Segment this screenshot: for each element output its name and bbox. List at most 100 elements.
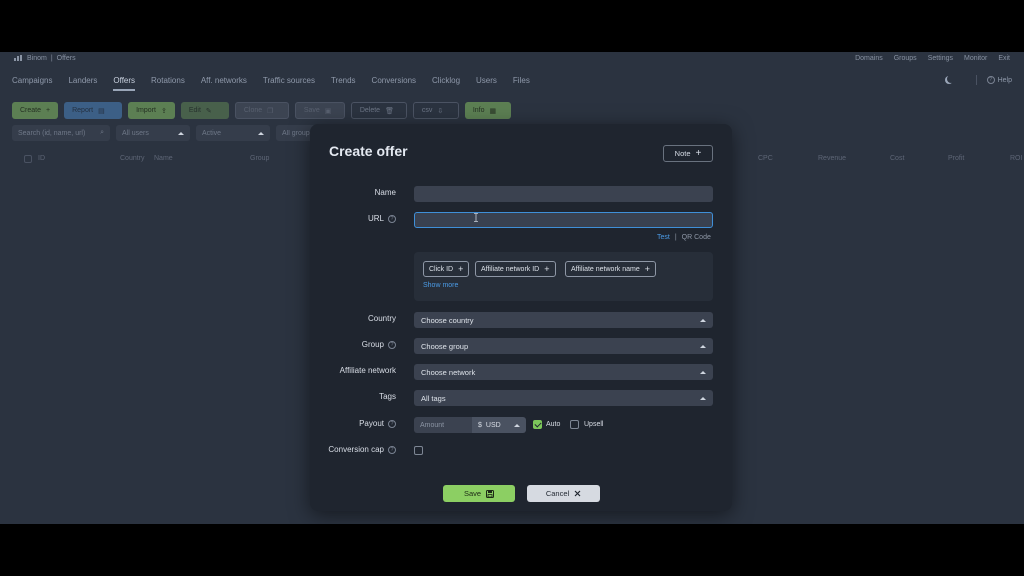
url-label: URL? xyxy=(368,214,396,223)
country-select[interactable]: Choose country xyxy=(414,312,713,328)
info-button[interactable]: Info ▦ xyxy=(464,102,511,119)
tab-campaigns[interactable]: Campaigns xyxy=(12,69,52,91)
chevron-up-icon xyxy=(258,131,264,135)
col-id[interactable]: ID xyxy=(38,155,45,162)
tab-conversions[interactable]: Conversions xyxy=(372,69,416,91)
payout-label: Payout? xyxy=(359,419,396,428)
help-circle-icon[interactable]: ? xyxy=(388,214,396,223)
help-circle-icon: ? xyxy=(986,76,995,84)
delete-button[interactable]: Delete 🗑 xyxy=(350,102,407,119)
qr-code-link[interactable]: QR Code xyxy=(682,234,711,241)
url-input[interactable] xyxy=(414,212,713,228)
main-nav: Campaigns Landers Offers Rotations Aff. … xyxy=(0,69,1024,91)
dark-mode-moon-icon[interactable] xyxy=(947,75,955,83)
tab-clicklog[interactable]: Clicklog xyxy=(432,69,460,91)
currency-select[interactable]: $ USD xyxy=(472,417,526,433)
help-link[interactable]: ? Help xyxy=(986,76,1012,84)
status-filter[interactable]: Active xyxy=(196,125,270,141)
auto-label: Auto xyxy=(546,421,561,428)
chevron-up-icon xyxy=(514,423,520,427)
conversion-cap-label: Conversion cap? xyxy=(328,445,396,454)
users-filter[interactable]: All users xyxy=(116,125,190,141)
delete-label: Delete xyxy=(359,107,381,114)
chevron-up-icon xyxy=(700,344,706,348)
tab-traffic-sources[interactable]: Traffic sources xyxy=(263,69,315,91)
tab-users[interactable]: Users xyxy=(476,69,497,91)
group-select[interactable]: Choose group xyxy=(414,338,713,354)
import-button[interactable]: Import ⇪ xyxy=(128,102,175,119)
top-link-monitor[interactable]: Monitor xyxy=(964,55,987,62)
upsell-checkbox[interactable] xyxy=(570,420,579,429)
select-all-checkbox[interactable] xyxy=(24,155,32,163)
top-link-exit[interactable]: Exit xyxy=(998,55,1010,62)
top-link-groups[interactable]: Groups xyxy=(894,55,917,62)
chevron-up-icon xyxy=(700,370,706,374)
brand-section: Offers xyxy=(56,54,76,62)
show-more-link[interactable]: Show more xyxy=(423,282,458,289)
col-revenue[interactable]: Revenue xyxy=(818,155,846,162)
token-affiliate-network-name[interactable]: Affiliate network name + xyxy=(565,261,657,277)
payout-amount-input[interactable]: Amount xyxy=(414,417,472,433)
tab-landers[interactable]: Landers xyxy=(68,69,97,91)
csv-button[interactable]: csv ⇩ xyxy=(412,102,459,119)
create-button[interactable]: Create + xyxy=(12,102,59,119)
info-icon: ▦ xyxy=(489,107,497,115)
top-link-domains[interactable]: Domains xyxy=(855,55,883,62)
edit-button[interactable]: Edit ✎ xyxy=(180,102,229,119)
auto-checkbox[interactable] xyxy=(533,420,542,429)
conversion-cap-checkbox[interactable] xyxy=(414,446,423,455)
floppy-icon: ▣ xyxy=(324,107,332,115)
modal-title: Create offer xyxy=(329,143,408,159)
col-cost[interactable]: Cost xyxy=(890,155,904,162)
help-circle-icon[interactable]: ? xyxy=(388,445,396,454)
col-profit[interactable]: Profit xyxy=(948,155,964,162)
tab-files[interactable]: Files xyxy=(513,69,530,91)
dollar-sign-icon: $ xyxy=(478,421,482,429)
help-circle-icon[interactable]: ? xyxy=(388,419,396,428)
offers-toolbar: Create + Report ▤ Import ⇪ Edit ✎ Clone ❐ Sav… xyxy=(12,102,511,119)
conversion-cap-label-text: Conversion cap xyxy=(328,445,384,454)
affiliate-network-select[interactable]: Choose network xyxy=(414,364,713,380)
search-input[interactable]: Search (id, name, url) ⌕ xyxy=(12,125,110,141)
copy-icon: ❐ xyxy=(267,107,274,115)
app-window: Binom | Offers Domains Groups Settings M… xyxy=(0,52,1024,524)
test-link[interactable]: Test xyxy=(657,234,670,241)
token-click-id[interactable]: Click ID + xyxy=(423,261,470,277)
col-roi[interactable]: ROI xyxy=(1010,155,1022,162)
clone-button[interactable]: Clone ❐ xyxy=(234,102,289,119)
save-toolbar-button[interactable]: Save ▣ xyxy=(294,102,345,119)
tab-trends[interactable]: Trends xyxy=(331,69,356,91)
col-cpc[interactable]: CPC xyxy=(758,155,773,162)
report-button[interactable]: Report ▤ xyxy=(64,102,123,119)
text-cursor-icon xyxy=(474,213,478,222)
top-link-settings[interactable]: Settings xyxy=(928,55,953,62)
brand-name: Binom xyxy=(27,54,47,62)
tab-offers[interactable]: Offers xyxy=(113,69,135,91)
letterbox-top xyxy=(0,0,1024,52)
note-button[interactable]: Note + xyxy=(663,145,713,162)
col-name[interactable]: Name xyxy=(154,155,173,162)
col-country[interactable]: Country xyxy=(120,155,145,162)
brand-separator: | xyxy=(50,54,53,62)
clone-label: Clone xyxy=(243,107,263,114)
save-button[interactable]: Save xyxy=(443,485,515,502)
url-label-text: URL xyxy=(367,214,384,223)
url-tokens-panel: Click ID + Affiliate network ID + Affiliat… xyxy=(414,252,713,301)
cancel-button[interactable]: Cancel xyxy=(527,485,600,502)
create-offer-modal: Create offer Note + Name URL? Test | QR … xyxy=(310,124,732,511)
chevron-up-icon xyxy=(178,131,184,135)
tab-rotations[interactable]: Rotations xyxy=(151,69,185,91)
plus-icon: + xyxy=(46,107,51,114)
tags-select[interactable]: All tags xyxy=(414,390,713,406)
note-label: Note xyxy=(674,149,691,158)
nav-divider xyxy=(975,75,977,85)
search-icon: ⌕ xyxy=(100,129,104,136)
help-circle-icon[interactable]: ? xyxy=(388,340,396,349)
tab-aff-networks[interactable]: Aff. networks xyxy=(201,69,247,91)
col-group[interactable]: Group xyxy=(250,155,269,162)
binom-logo-icon xyxy=(14,55,23,61)
name-input[interactable] xyxy=(414,186,713,202)
links-separator: | xyxy=(674,234,677,241)
amount-placeholder: Amount xyxy=(420,421,445,429)
token-affiliate-network-id[interactable]: Affiliate network ID + xyxy=(475,261,556,277)
